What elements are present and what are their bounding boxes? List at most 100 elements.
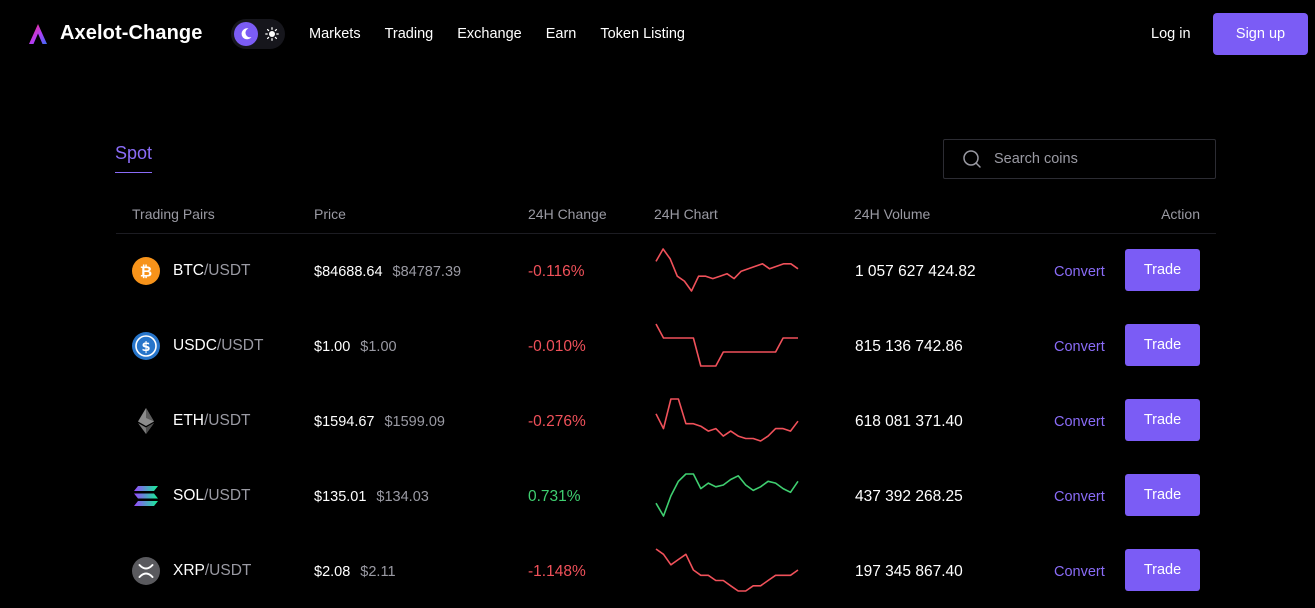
price-cell: $1594.67 $1599.09 [314, 413, 445, 431]
header-trading-pairs: Trading Pairs [132, 206, 215, 222]
top-navigation-bar: Axelot-Change Markets Trading Exchange E… [0, 0, 1315, 68]
main-nav: Markets Trading Exchange Earn Token List… [309, 25, 709, 43]
sparkline-chart [655, 548, 799, 592]
signup-button[interactable]: Sign up [1213, 13, 1308, 55]
theme-toggle[interactable] [231, 19, 285, 49]
price-cell: $2.08 $2.11 [314, 563, 396, 581]
trade-button[interactable]: Trade [1125, 474, 1200, 516]
quote-symbol: /USDT [204, 262, 251, 279]
volume-value: 437 392 268.25 [855, 488, 963, 505]
brand-name: Axelot-Change [60, 22, 203, 44]
table-row[interactable]: XRP/USDT $2.08 $2.11 -1.148% 197 345 867.… [116, 533, 1216, 608]
table-row[interactable]: ₿ BTC/USDT $84688.64 $84787.39 -0.116% 1 … [116, 233, 1216, 308]
previous-price: $1.00 [360, 339, 397, 355]
sparkline-line [655, 323, 798, 367]
table-row[interactable]: ETH/USDT $1594.67 $1599.09 -0.276% 618 08… [116, 383, 1216, 458]
sparkline-chart [655, 473, 799, 517]
price-cell: $1.00 $1.00 [314, 338, 397, 356]
base-symbol: BTC [173, 262, 204, 279]
trading-pair: USDC/USDT [173, 336, 263, 356]
table-header: Trading Pairs Price 24H Change 24H Chart… [116, 194, 1216, 234]
axelot-logo-icon [29, 23, 47, 44]
header-action: Action [1161, 206, 1200, 222]
current-price: $2.08 [314, 564, 351, 580]
light-mode-button[interactable] [260, 22, 284, 46]
volume-value: 618 081 371.40 [855, 413, 963, 430]
search-box[interactable] [943, 139, 1216, 179]
previous-price: $2.11 [360, 564, 396, 580]
header-24h-chart: 24H Chart [654, 206, 718, 222]
convert-link[interactable]: Convert [1054, 562, 1105, 582]
header-24h-volume: 24H Volume [854, 206, 931, 222]
sparkline-line [655, 248, 799, 292]
base-symbol: SOL [173, 487, 205, 504]
trading-pair: ETH/USDT [173, 411, 251, 431]
convert-link[interactable]: Convert [1054, 262, 1105, 282]
quote-symbol: /USDT [204, 412, 251, 429]
nav-markets[interactable]: Markets [309, 25, 361, 43]
trade-button[interactable]: Trade [1125, 249, 1200, 291]
dark-mode-button[interactable] [234, 22, 258, 46]
table-row[interactable]: SOL/USDT $135.01 $134.03 0.731% 437 392 2… [116, 458, 1216, 533]
brand[interactable]: Axelot-Change [28, 22, 202, 45]
change-value: -0.010% [528, 338, 586, 355]
change-value: -0.116% [528, 263, 585, 280]
current-price: $1.00 [314, 339, 351, 355]
trading-pair: XRP/USDT [173, 561, 251, 581]
trading-pair: BTC/USDT [173, 261, 251, 281]
volume-value: 197 345 867.40 [855, 563, 963, 580]
header-price: Price [314, 206, 346, 222]
xrp-icon [132, 557, 160, 585]
base-symbol: ETH [173, 412, 204, 429]
usdc-icon: $ [132, 332, 160, 360]
trading-pair: SOL/USDT [173, 486, 251, 506]
nav-token-listing[interactable]: Token Listing [600, 25, 685, 43]
tab-spot[interactable]: Spot [115, 142, 153, 173]
sparkline-line [655, 473, 799, 517]
price-cell: $135.01 $134.03 [314, 488, 429, 506]
sparkline-line [655, 398, 799, 442]
current-price: $84688.64 [314, 264, 383, 280]
volume-value: 815 136 742.86 [855, 338, 963, 355]
moon-icon [241, 28, 252, 40]
nav-trading[interactable]: Trading [385, 25, 434, 43]
svg-text:$: $ [141, 340, 150, 355]
trade-button[interactable]: Trade [1125, 399, 1200, 441]
quote-symbol: /USDT [216, 337, 264, 354]
current-price: $1594.67 [314, 414, 375, 430]
bitcoin-icon: ₿ [132, 257, 160, 285]
convert-link[interactable]: Convert [1054, 487, 1105, 507]
sparkline-chart [655, 398, 799, 442]
search-icon [963, 150, 981, 168]
current-price: $135.01 [314, 489, 367, 505]
nav-exchange[interactable]: Exchange [457, 25, 522, 43]
quote-symbol: /USDT [204, 487, 251, 504]
sun-icon [265, 27, 279, 41]
sparkline-line [655, 548, 799, 592]
svg-text:₿: ₿ [140, 263, 152, 281]
login-link[interactable]: Log in [1151, 25, 1191, 43]
previous-price: $134.03 [376, 489, 429, 505]
solana-icon [134, 486, 158, 506]
header-24h-change: 24H Change [528, 206, 607, 222]
convert-link[interactable]: Convert [1054, 337, 1105, 357]
change-value: -0.276% [528, 413, 586, 430]
previous-price: $84787.39 [392, 264, 462, 280]
change-value: -1.148% [528, 563, 586, 580]
table-row[interactable]: $ USDC/USDT $1.00 $1.00 -0.010% 815 136 7… [116, 308, 1216, 383]
base-symbol: USDC [173, 337, 217, 354]
sparkline-chart [655, 248, 799, 292]
base-symbol: XRP [173, 562, 205, 579]
price-cell: $84688.64 $84787.39 [314, 263, 461, 281]
trade-button[interactable]: Trade [1125, 549, 1200, 591]
search-input[interactable] [992, 150, 1192, 168]
previous-price: $1599.09 [384, 414, 445, 430]
ethereum-icon [138, 408, 154, 434]
sparkline-chart [655, 323, 798, 367]
nav-earn[interactable]: Earn [546, 25, 577, 43]
volume-value: 1 057 627 424.82 [855, 263, 976, 280]
trade-button[interactable]: Trade [1125, 324, 1200, 366]
convert-link[interactable]: Convert [1054, 412, 1105, 432]
quote-symbol: /USDT [204, 562, 252, 579]
change-value: 0.731% [528, 488, 581, 505]
